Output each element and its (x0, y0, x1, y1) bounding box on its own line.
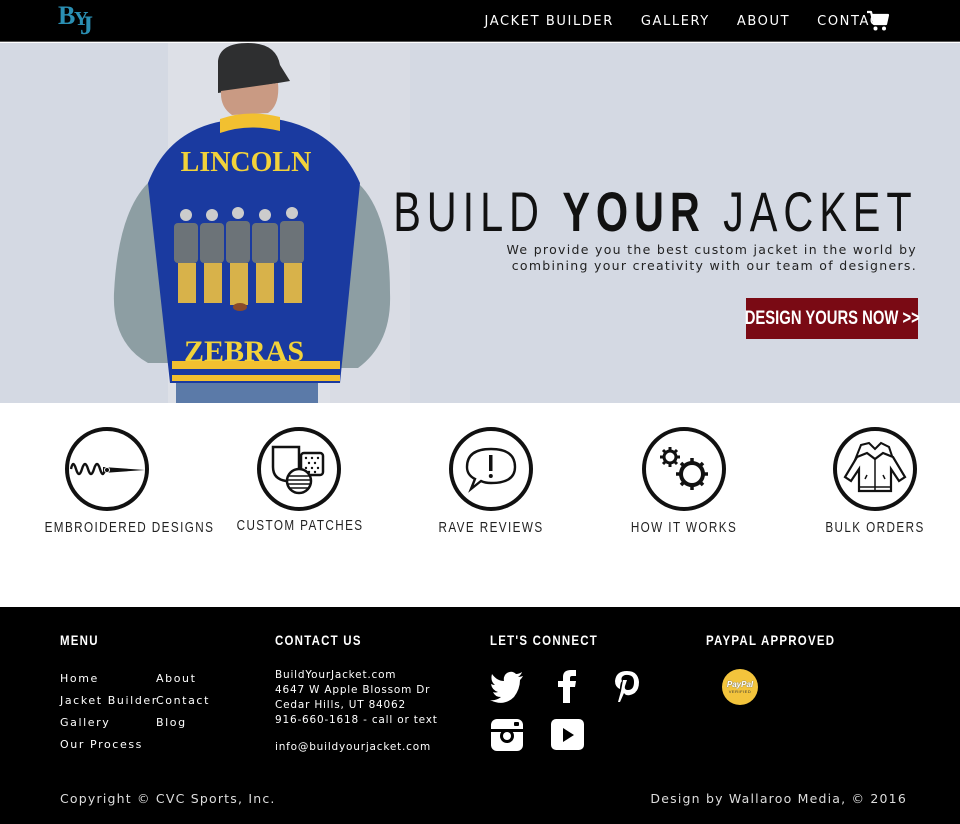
facebook-icon[interactable] (550, 669, 584, 703)
footer-contact-title: CONTACT US (275, 632, 362, 648)
jacket-text-zebras: ZEBRAS (184, 335, 304, 368)
feature-label: BULK ORDERS (825, 519, 925, 536)
design-credit-text: Design by Wallaroo Media, © 2016 (650, 791, 907, 806)
feature-bulk-orders[interactable]: BULK ORDERS (795, 427, 955, 536)
feature-circle (257, 427, 341, 511)
hero-title: BUILD YOUR JACKET (394, 179, 918, 244)
speech-bubble-icon (465, 447, 517, 493)
feature-circle (65, 427, 149, 511)
nav-jacket-builder[interactable]: JACKET BUILDER (485, 14, 614, 29)
instagram-icon[interactable] (490, 718, 524, 752)
hero-subtitle-line-2: combining your creativity with our team … (511, 258, 917, 273)
site-logo[interactable]: B Y J (58, 1, 100, 41)
hero-subtitle: We provide you the best custom jacket in… (497, 242, 917, 274)
hero-banner: LINCOLN ZEBRAS BUILD YOUR JACKET We prov… (0, 43, 960, 403)
footer-link-jacket-builder[interactable]: Jacket Builder (60, 694, 158, 707)
hero-title-build: BUILD (393, 180, 563, 243)
contact-website: BuildYourJacket.com (275, 669, 397, 681)
footer-link-about[interactable]: About (156, 672, 197, 685)
gears-icon (660, 447, 708, 490)
copyright-text: Copyright © CVC Sports, Inc. (60, 791, 276, 806)
feature-label: HOW IT WORKS (630, 519, 738, 536)
pinterest-icon[interactable] (610, 669, 644, 703)
footer-link-gallery[interactable]: Gallery (60, 716, 110, 729)
hero-title-jacket: JACKET (706, 180, 918, 243)
feature-embroidered-designs[interactable]: EMBROIDERED DESIGNS (27, 427, 215, 536)
site-footer: MENU Home Jacket Builder Gallery Our Pro… (0, 607, 960, 824)
hero-subtitle-line-1: We provide you the best custom jacket in… (506, 242, 917, 257)
contact-address-city: Cedar Hills, UT 84062 (275, 699, 406, 711)
feature-label: CUSTOM PATCHES (236, 517, 364, 534)
feature-label: RAVE REVIEWS (438, 519, 544, 536)
footer-link-contact[interactable]: Contact (156, 694, 210, 707)
paypal-badge-text: PayPal (726, 680, 754, 689)
feature-rave-reviews[interactable]: RAVE REVIEWS (411, 427, 571, 536)
footer-connect-title: LET'S CONNECT (490, 632, 599, 648)
cta-label: DESIGN YOURS NOW >> (744, 307, 920, 329)
feature-label: EMBROIDERED DESIGNS (44, 519, 215, 536)
design-yours-now-button[interactable]: DESIGN YOURS NOW >> (744, 298, 920, 339)
jacket-text-lincoln: LINCOLN (181, 147, 312, 178)
footer-menu-title: MENU (60, 632, 99, 648)
logo-letter-j: J (80, 11, 93, 40)
shopping-cart-icon[interactable] (866, 10, 890, 32)
embroidery-needle-icon (69, 462, 145, 476)
youtube-icon[interactable] (550, 718, 584, 752)
nav-about[interactable]: ABOUT (737, 14, 790, 29)
features-row: EMBROIDERED DESIGNS CUSTOM PATCHES RAVE … (0, 403, 960, 607)
nav-gallery[interactable]: GALLERY (641, 14, 710, 29)
footer-link-home[interactable]: Home (60, 672, 99, 685)
footer-link-blog[interactable]: Blog (156, 716, 187, 729)
main-nav: JACKET BUILDER GALLERY ABOUT CONTACT (485, 0, 890, 42)
footer-link-our-process[interactable]: Our Process (60, 738, 143, 751)
cap-shape (218, 43, 290, 93)
paypal-badge-verified: VERIFIED (728, 689, 752, 694)
jackets-icon (843, 441, 907, 493)
logo-letter-b: B (58, 1, 75, 30)
feature-circle (833, 427, 917, 511)
paypal-verified-badge: PayPal VERIFIED (722, 669, 758, 705)
feature-circle (642, 427, 726, 511)
site-header: B Y J JACKET BUILDER GALLERY ABOUT CONTA… (0, 0, 960, 42)
jacket-photo: LINCOLN ZEBRAS (113, 43, 391, 403)
patches-icon (271, 445, 325, 495)
feature-custom-patches[interactable]: CUSTOM PATCHES (219, 427, 379, 534)
feature-how-it-works[interactable]: HOW IT WORKS (604, 427, 764, 536)
twitter-icon[interactable] (490, 669, 524, 703)
footer-paypal-title: PAYPAL APPROVED (706, 632, 836, 648)
contact-phone: 916-660-1618 - call or text (275, 714, 438, 726)
contact-email-link[interactable]: info@buildyourjacket.com (275, 741, 431, 753)
hero-title-your: YOUR (562, 180, 707, 243)
feature-circle (449, 427, 533, 511)
contact-address-street: 4647 W Apple Blossom Dr (275, 684, 431, 696)
